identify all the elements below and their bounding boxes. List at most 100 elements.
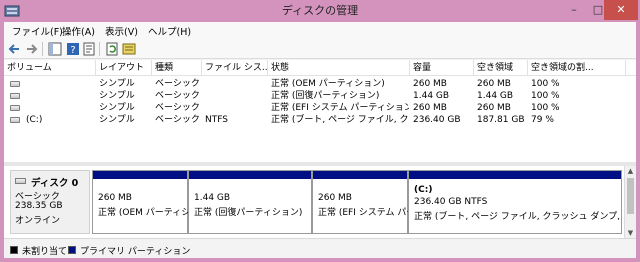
menu-help[interactable]: ヘルプ(H) (148, 24, 191, 38)
volume-table: ボリューム レイアウト 種類 ファイル シス... 状態 容量 空き領域 空き領… (4, 60, 636, 162)
partition-status: 正常 (EFI システム パーティション) (318, 208, 408, 218)
titlebar[interactable]: ディスクの管理 – □ ✕ (0, 0, 640, 22)
legend-unallocated: 未割り当て (22, 247, 68, 257)
cell-percent-free: 100 % (531, 103, 560, 113)
volume-icon (10, 93, 20, 99)
volume-table-header: ボリューム レイアウト 種類 ファイル シス... 状態 容量 空き領域 空き領… (4, 60, 636, 76)
cell-free-space: 187.81 GB (477, 115, 525, 125)
cell-free-space: 1.44 GB (477, 91, 514, 101)
cell-capacity: 260 MB (413, 103, 447, 113)
minimize-icon: – (571, 3, 577, 16)
cell-capacity: 260 MB (413, 79, 447, 89)
menu-file[interactable]: ファイル(F) (12, 24, 63, 38)
legend: 未割り当て プライマリ パーティション (4, 238, 636, 258)
partition-bar (409, 171, 621, 179)
cell-free-space: 260 MB (477, 103, 511, 113)
client-area: ファイル(F) 操作(A) 表示(V) ヘルプ(H) ? ボリューム レイアウト… (4, 22, 636, 258)
table-row[interactable]: (C:) シンプル ベーシック NTFS 正常 (ブート, ページ ファイル, … (4, 114, 636, 126)
partition-size: 260 MB (318, 193, 352, 203)
close-button[interactable]: ✕ (604, 0, 638, 20)
table-row[interactable]: シンプル ベーシック 正常 (OEM パーティション) 260 MB 260 M… (4, 78, 636, 90)
cell-percent-free: 100 % (531, 79, 560, 89)
partition-size: 1.44 GB (194, 193, 231, 203)
partition-title: (C:) (414, 185, 433, 195)
disk-name: ディスク 0 (31, 178, 79, 189)
col-percent-free[interactable]: 空き領域の割... (528, 60, 626, 76)
rescan-icon[interactable] (122, 42, 136, 56)
vertical-scrollbar[interactable]: ▲ ▼ (624, 166, 636, 238)
cell-status: 正常 (回復パーティション) (271, 91, 380, 101)
scroll-down-icon[interactable]: ▼ (625, 228, 636, 238)
cell-layout: シンプル (99, 91, 135, 101)
refresh-icon[interactable] (105, 42, 119, 56)
partition-size: 260 MB (98, 193, 132, 203)
volume-icon (10, 105, 20, 111)
col-type[interactable]: 種類 (152, 60, 202, 76)
col-volume[interactable]: ボリューム (4, 60, 96, 76)
cell-type: ベーシック (155, 79, 200, 89)
toolbar: ? (4, 39, 636, 59)
cell-layout: シンプル (99, 79, 135, 89)
minimize-button[interactable]: – (562, 0, 586, 20)
close-icon: ✕ (616, 3, 626, 16)
back-arrow-icon[interactable] (8, 42, 22, 56)
cell-layout: シンプル (99, 115, 135, 125)
cell-capacity: 236.40 GB (413, 115, 461, 125)
col-free-space[interactable]: 空き領域 (474, 60, 528, 76)
cell-layout: シンプル (99, 103, 135, 113)
volume-icon (10, 81, 20, 87)
partition-oem[interactable]: 260 MB 正常 (OEM パーティション) (92, 170, 188, 234)
volume-icon (10, 117, 20, 123)
partition-bar (313, 171, 407, 179)
scroll-up-icon[interactable]: ▲ (625, 166, 636, 176)
cell-volume: (C:) (26, 115, 43, 125)
cell-type: ベーシック (155, 103, 200, 113)
cell-capacity: 1.44 GB (413, 91, 450, 101)
cell-status: 正常 (ブート, ページ ファイル, クラッ... (271, 115, 409, 125)
partition-bar (93, 171, 187, 179)
unallocated-swatch (10, 246, 18, 254)
forward-arrow-icon[interactable] (24, 42, 38, 56)
cell-status: 正常 (EFI システム パーティション) (271, 103, 409, 113)
window-title: ディスクの管理 (281, 4, 359, 17)
partition-status: 正常 (ブート, ページ ファイル, クラッシュ ダンプ, プライマリ パ (414, 212, 622, 222)
svg-text:?: ? (70, 45, 75, 56)
properties-icon[interactable] (82, 42, 96, 56)
window: ディスクの管理 – □ ✕ ファイル(F) 操作(A) 表示(V) ヘルプ(H)… (0, 0, 640, 262)
disk-graphical-view: ディスク 0 ベーシック 238.35 GB オンライン 260 MB 正常 (… (4, 166, 636, 238)
menu-action[interactable]: 操作(A) (62, 24, 95, 38)
menu-bar: ファイル(F) 操作(A) 表示(V) ヘルプ(H) (4, 22, 636, 39)
partition-recovery[interactable]: 1.44 GB 正常 (回復パーティション) (188, 170, 312, 234)
disk-0-card[interactable]: ディスク 0 ベーシック 238.35 GB オンライン (10, 170, 90, 234)
col-status[interactable]: 状態 (268, 60, 410, 76)
cell-type: ベーシック (155, 91, 200, 101)
partition-status: 正常 (回復パーティション) (194, 208, 303, 218)
help-icon[interactable]: ? (66, 42, 80, 56)
primary-swatch (68, 246, 76, 254)
disk-status: オンライン (15, 216, 61, 226)
disk-size: 238.35 GB (15, 201, 63, 211)
cell-status: 正常 (OEM パーティション) (271, 79, 385, 89)
toolbar-separator (99, 42, 100, 56)
partition-size: 236.40 GB NTFS (414, 197, 488, 207)
table-row[interactable]: シンプル ベーシック 正常 (EFI システム パーティション) 260 MB … (4, 102, 636, 114)
partition-bar (189, 171, 311, 179)
menu-view[interactable]: 表示(V) (105, 24, 138, 38)
console-tree-icon[interactable] (48, 42, 62, 56)
cell-percent-free: 79 % (531, 115, 554, 125)
disk-icon (15, 178, 26, 184)
cell-type: ベーシック (155, 115, 200, 125)
col-layout[interactable]: レイアウト (96, 60, 152, 76)
cell-filesystem: NTFS (205, 115, 228, 125)
toolbar-separator (42, 42, 43, 56)
cell-percent-free: 100 % (531, 91, 560, 101)
legend-primary: プライマリ パーティション (80, 247, 191, 257)
partition-status: 正常 (OEM パーティション) (98, 208, 188, 218)
col-capacity[interactable]: 容量 (410, 60, 474, 76)
partition-c[interactable]: (C:) 236.40 GB NTFS 正常 (ブート, ページ ファイル, ク… (408, 170, 622, 234)
scroll-thumb[interactable] (627, 178, 634, 214)
partition-efi[interactable]: 260 MB 正常 (EFI システム パーティション) (312, 170, 408, 234)
cell-free-space: 260 MB (477, 79, 511, 89)
table-row[interactable]: シンプル ベーシック 正常 (回復パーティション) 1.44 GB 1.44 G… (4, 90, 636, 102)
col-filesystem[interactable]: ファイル シス... (202, 60, 268, 76)
